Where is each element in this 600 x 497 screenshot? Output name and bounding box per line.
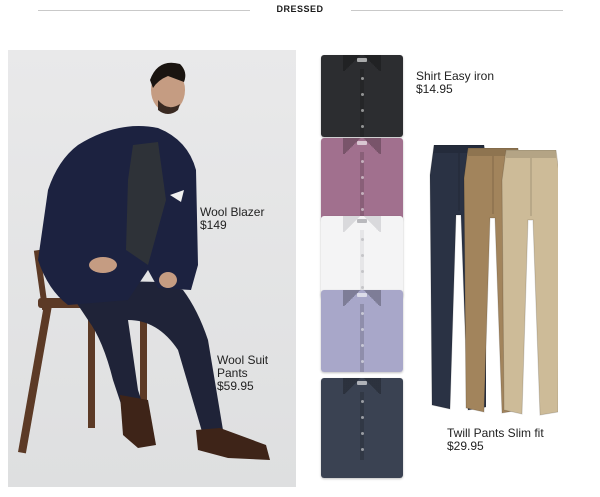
- page-title: DRESSED: [276, 4, 324, 14]
- blazer-price: $149: [200, 218, 227, 232]
- header-divider-right: [351, 10, 563, 11]
- twill-pants-label: Twill Pants Slim fit $29.95: [447, 427, 544, 453]
- shirt-lilac-image: [321, 290, 403, 372]
- model-shoe-image: [196, 428, 270, 460]
- shirt-navy-image: [321, 378, 403, 478]
- model-photo: Wool Blazer $149 Wool Suit Pants $59.95: [8, 50, 296, 487]
- twill-pants-price: $29.95: [447, 439, 484, 453]
- model-illustration: [18, 62, 270, 460]
- shirt-price: $14.95: [416, 82, 453, 96]
- blazer-label: Wool Blazer $149: [200, 206, 264, 232]
- shirt-label: Shirt Easy iron $14.95: [416, 70, 494, 96]
- pants-khaki-image: [501, 150, 558, 416]
- shirt-white-image: [321, 216, 403, 298]
- model-shoe-image: [120, 395, 156, 448]
- page-header: DRESSED: [0, 0, 600, 22]
- suit-pants-label: Wool Suit Pants $59.95: [217, 354, 268, 393]
- shirt-black-image: [321, 55, 403, 137]
- shirt-purple-image: [321, 138, 403, 220]
- suit-pants-price: $59.95: [217, 379, 254, 393]
